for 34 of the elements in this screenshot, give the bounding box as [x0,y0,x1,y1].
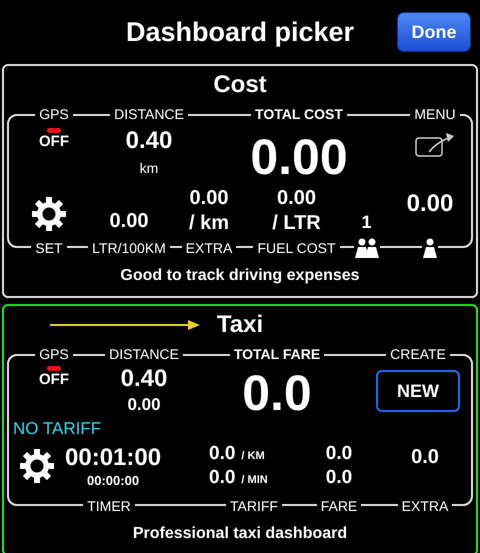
rate-unit: / MIN [241,474,268,488]
dashboard-card[interactable]: Cost GPS DISTANCE TOTAL COST MENU OFF 0.40 km 0.00 0.00 0.00 / km 0.00 / LTR 1 0.00 SET LTR/100KM EXTRA FUEL COST Good to track driving expenses [2,64,478,298]
fuel-cost-value: 0.00 [277,186,316,211]
rate-per-km: 0.0 [209,442,236,466]
distance-unit: km [140,160,158,178]
extra-value: 0.0 [411,445,439,470]
tariff-status: NO TARIFF [13,419,102,438]
extra-unit: / km [188,211,230,236]
done-button[interactable]: Done [397,12,471,52]
dashboard-title: Taxi [216,310,264,340]
rate-per-min: 0.0 [209,466,236,490]
fare-km-value: 0.0 [326,442,352,466]
distance-value: 0.40 [120,364,168,394]
rate-unit: / KM [241,450,265,464]
dashboard-title: Cost [213,70,267,100]
new-button[interactable]: NEW [376,370,460,412]
waiting-timer-value: 00:00:00 [87,472,140,489]
dashboard-card[interactable]: Taxi GPS DISTANCE TOTAL FARE CREATE OFF 0.40 0.00 0.0 NEW NO TARIFF 00:01:00 00:00:00 0.0 / KM 0.0 / MIN 0.0 0.0 0.0 TIMER TARIFF FARE EXTRA Professional taxi dashboard [2,304,478,553]
gps-status: OFF [39,371,69,390]
consumption-value: 0.00 [110,209,148,234]
total-fare-value: 0.0 [242,368,312,418]
timer-value: 00:01:00 [65,442,162,473]
extra-value: 0.00 [190,186,228,211]
distance-value: 0.40 [126,126,172,156]
passenger-count: 1 [361,211,372,234]
per-person-value: 0.00 [406,189,454,219]
fuel-cost-unit: / LTR [272,211,321,236]
gps-status: OFF [39,133,69,152]
dashboard-description: Good to track driving expenses [120,266,360,286]
page-title: Dashboard picker [126,16,354,49]
fare-min-value: 0.0 [326,466,352,490]
total-cost-value: 0.00 [250,132,348,182]
dashboard-description: Professional taxi dashboard [132,524,348,544]
distance-fare-value: 0.00 [127,394,161,416]
